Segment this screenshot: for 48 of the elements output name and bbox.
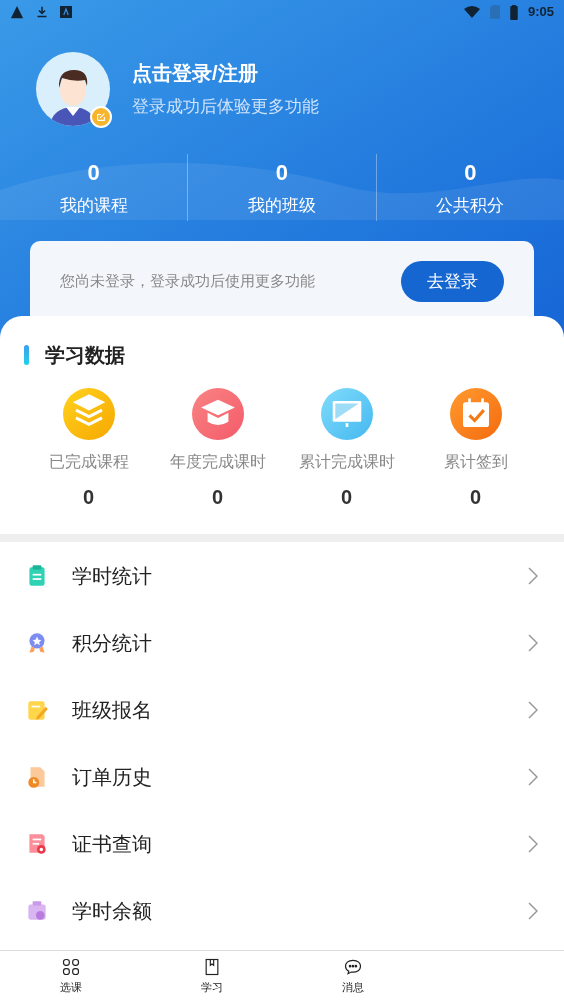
app-notification-icon (60, 6, 72, 18)
chevron-icon (528, 700, 538, 719)
stat-label: 累计完成课时 (298, 452, 395, 472)
chevron-icon (528, 767, 538, 786)
stat-label[interactable]: 公共积分 (436, 193, 505, 219)
warning-icon (10, 5, 24, 19)
chat-icon (342, 957, 363, 978)
section-title: 学习数据 (45, 343, 125, 368)
stat-label: 年度完成课时 (169, 452, 266, 472)
login-button[interactable]: 去登录 (401, 260, 504, 303)
stat-value: 0 (87, 159, 100, 187)
chevron-icon (528, 834, 538, 853)
stat-value: 0 (275, 159, 289, 187)
grid-icon (60, 957, 81, 978)
menu-item[interactable]: 订单历史 (0, 743, 564, 810)
nav-tab[interactable]: 选课 (0, 951, 141, 1002)
accent-bar (24, 345, 29, 365)
download-icon (36, 5, 48, 19)
menu-item[interactable]: 学时余额 (0, 877, 564, 944)
wifi-icon (463, 6, 480, 18)
menu-item[interactable]: 积分统计 (0, 609, 564, 676)
menu-item[interactable]: 班级报名 (0, 676, 564, 743)
stat-label: 累计签到 (443, 452, 508, 472)
no-sim-icon (489, 5, 500, 19)
chevron-icon (528, 566, 538, 585)
menu-item[interactable]: 学时统计 (0, 542, 564, 609)
login-title[interactable]: 点击登录/注册 (132, 58, 319, 89)
stat-value: 0 (469, 485, 482, 510)
edit-icon[interactable] (90, 106, 112, 128)
login-subtitle: 登录成功后体验更多功能 (132, 96, 319, 119)
clock: 9:05 (527, 3, 554, 22)
calendar-icon (449, 388, 502, 440)
battery-icon (509, 4, 518, 20)
stat-label[interactable]: 我的班级 (248, 193, 316, 219)
stat-value: 0 (82, 485, 95, 510)
chevron-icon (528, 901, 538, 920)
stat-label: 已完成课程 (48, 452, 129, 472)
cap-icon (191, 388, 244, 440)
nav-tab[interactable]: 消息 (282, 951, 423, 1002)
stat-value: 0 (211, 485, 224, 510)
login-prompt: 您尚未登录，登录成功后使用更多功能 (60, 271, 315, 292)
chevron-icon (528, 633, 538, 652)
stat-value: 0 (340, 485, 353, 510)
stat-value: 0 (464, 159, 477, 187)
nav-tab[interactable]: 学习 (141, 951, 282, 1002)
menu-item[interactable]: 证书查询 (0, 810, 564, 877)
monitor-icon (320, 388, 373, 440)
layers-icon (62, 388, 115, 440)
